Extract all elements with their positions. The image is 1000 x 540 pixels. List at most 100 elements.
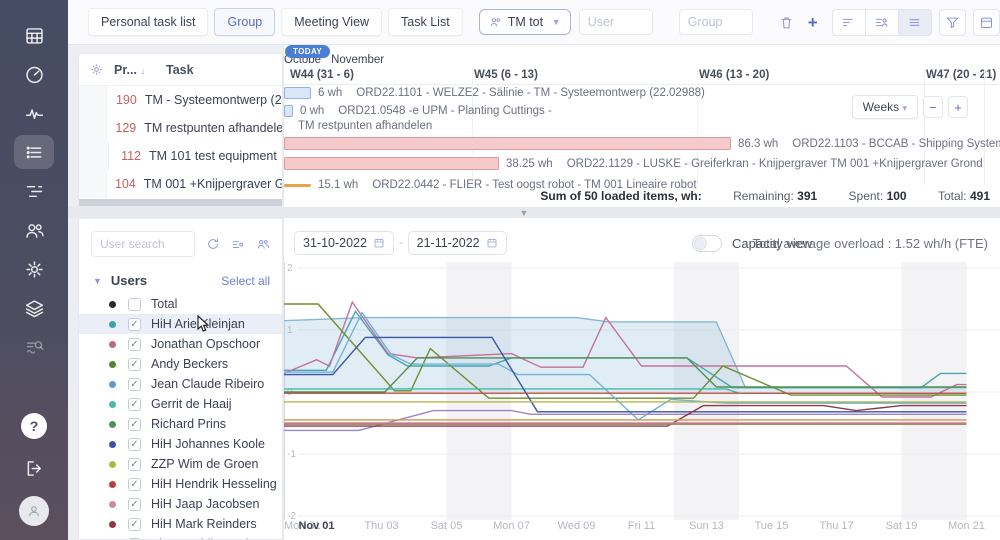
- user-list-item[interactable]: ✓ ZZP Wim de Groen: [79, 454, 282, 474]
- today-badge: TODAY: [285, 45, 330, 58]
- group-filter-input[interactable]: [679, 9, 753, 35]
- user-checkbox[interactable]: ✓: [128, 338, 141, 351]
- user-list-item[interactable]: ✓Andy Beckers: [79, 354, 282, 374]
- task-row[interactable]: 190TM - Systeemontwerp (2...: [79, 86, 282, 114]
- user-checkbox[interactable]: ✓: [128, 518, 141, 531]
- user-list-item[interactable]: ✓Jonathan Opschoor: [79, 334, 282, 354]
- gantt-task-bar[interactable]: [284, 87, 311, 99]
- task-priority: 104: [107, 177, 144, 191]
- user-color-dot: [109, 421, 116, 428]
- user-checkbox[interactable]: ✓: [128, 358, 141, 371]
- task-column-header[interactable]: Task: [166, 63, 194, 77]
- user-list-item[interactable]: ✓HiH Arie Kleinjan: [79, 314, 282, 334]
- trash-icon[interactable]: [779, 15, 794, 30]
- user-color-dot: [109, 401, 116, 408]
- task-list-header: Pr... ↓ Task: [79, 54, 282, 86]
- tab-task-list[interactable]: Task List: [388, 8, 463, 36]
- summary-spent: Spent: 100: [835, 189, 907, 203]
- sort-by-user-icon[interactable]: [865, 9, 899, 36]
- user-avatar[interactable]: [19, 496, 49, 526]
- logout-icon[interactable]: [14, 451, 54, 485]
- group-users-icon[interactable]: [256, 237, 270, 251]
- user-list-item[interactable]: ✓Richard Prins: [79, 414, 282, 434]
- capacity-view-toggle[interactable]: [692, 235, 722, 252]
- user-list-item[interactable]: ✓Viro Matthijs Waringa: [79, 534, 282, 540]
- user-checkbox[interactable]: ✓: [128, 458, 141, 471]
- user-list-item[interactable]: ✓ HiH Mark Reinders: [79, 514, 282, 534]
- task-list-panel: Pr... ↓ Task 190TM - Systeemontwerp (2..…: [78, 53, 283, 207]
- analysis-search-icon[interactable]: [14, 330, 54, 364]
- gantt-grid-line: [984, 69, 985, 185]
- settings-icon[interactable]: [14, 252, 54, 286]
- tab-meeting-view[interactable]: Meeting View: [281, 8, 382, 36]
- chart-x-axis: Mon 31Nov 01Thu 03Sat 05Mon 07Wed 09Fri …: [284, 520, 1000, 538]
- x-axis-label: Fri 11: [628, 520, 655, 532]
- user-name: HiH Mark Reinders: [151, 517, 257, 531]
- user-list-item[interactable]: ✓ HiH Johannes Koole: [79, 434, 282, 454]
- user-checkbox[interactable]: ✓: [128, 318, 141, 331]
- user-list-item[interactable]: ✓Gerrit de Haaij: [79, 394, 282, 414]
- date-from-input[interactable]: 31-10-2022: [294, 231, 394, 255]
- add-button[interactable]: +: [808, 14, 818, 31]
- column-settings-icon[interactable]: [89, 62, 104, 77]
- date-to-input[interactable]: 21-11-2022: [408, 231, 507, 255]
- user-filter-input[interactable]: [579, 9, 653, 35]
- task-row[interactable]: 112TM 101 test equipment: [79, 142, 282, 170]
- gantt-task-bar[interactable]: [284, 137, 731, 150]
- user-list-item[interactable]: ✓HiH Jaap Jacobsen: [79, 494, 282, 514]
- user-list-item[interactable]: ✓Jean Claude Ribeiro: [79, 374, 282, 394]
- time-unit-select[interactable]: Weeks ▾: [852, 95, 918, 119]
- select-all-link[interactable]: Select all: [221, 274, 270, 288]
- main-sidebar: ?: [0, 0, 68, 540]
- tab-group[interactable]: Group: [214, 8, 275, 36]
- user-checkbox[interactable]: ✓: [128, 478, 141, 491]
- user-list-item[interactable]: ✓HiH Hendrik Hesseling: [79, 474, 282, 494]
- activity-icon[interactable]: [14, 96, 54, 130]
- chevron-down-icon[interactable]: ▼: [93, 276, 102, 286]
- user-checkbox[interactable]: [128, 298, 141, 311]
- list-view-icon[interactable]: [898, 9, 932, 36]
- user-color-dot: [109, 501, 116, 508]
- priority-column-header[interactable]: Pr... ↓: [114, 63, 166, 77]
- user-name: ZZP Wim de Groen: [151, 457, 258, 471]
- schedule-icon[interactable]: [14, 18, 54, 52]
- sort-priority-icon[interactable]: [832, 9, 866, 36]
- people-icon[interactable]: [14, 213, 54, 247]
- user-checkbox[interactable]: ✓: [128, 438, 141, 451]
- gantt-task-bar[interactable]: [284, 184, 311, 187]
- users-group-header: ▼ Users Select all: [79, 265, 282, 294]
- calendar-icon[interactable]: [973, 9, 1000, 36]
- dashboard-icon[interactable]: [14, 57, 54, 91]
- gantt-week-label: W46 (13 - 20): [699, 69, 769, 81]
- task-row[interactable]: 129TM restpunten afhandele...: [79, 114, 282, 142]
- user-search-input[interactable]: [91, 231, 195, 257]
- tab-personal-task-list[interactable]: Personal task list: [88, 8, 208, 36]
- zoom-in-button[interactable]: +: [948, 96, 968, 118]
- zoom-out-button[interactable]: −: [923, 96, 943, 118]
- user-checkbox[interactable]: ✓: [128, 398, 141, 411]
- gantt-week-label: W47 (20 - 21): [926, 69, 996, 81]
- pane-splitter[interactable]: ▼: [68, 207, 1000, 218]
- layers-icon[interactable]: [14, 291, 54, 325]
- subtasks-icon[interactable]: [14, 174, 54, 208]
- x-axis-label: Nov 01: [298, 520, 334, 532]
- task-row[interactable]: 104TM 001 +Knijpergraver G...: [79, 170, 282, 198]
- task-list-scrollbar[interactable]: [79, 199, 282, 206]
- user-checkbox[interactable]: ✓: [128, 498, 141, 511]
- sort-users-icon[interactable]: [231, 237, 245, 251]
- x-axis-label: Mon 21: [948, 520, 985, 532]
- date-range-dash: -: [399, 237, 403, 249]
- gantt-task-bar[interactable]: [284, 105, 293, 117]
- user-color-dot: [109, 381, 116, 388]
- gantt-task-bar[interactable]: [284, 157, 499, 170]
- user-name: HiH Johannes Koole: [151, 437, 265, 451]
- refresh-icon[interactable]: [206, 237, 220, 251]
- user-checkbox[interactable]: ✓: [128, 378, 141, 391]
- view-type-select[interactable]: TM tot ▼: [479, 9, 571, 35]
- help-icon[interactable]: ?: [21, 413, 47, 439]
- user-list-item[interactable]: Total: [79, 294, 282, 314]
- user-checkbox[interactable]: ✓: [128, 418, 141, 431]
- task-list-icon[interactable]: [14, 135, 54, 169]
- filter-favorites-icon[interactable]: [939, 9, 966, 36]
- gantt-row: 38.25 whORD22.1129 - LUSKE - Greiferkran…: [284, 157, 983, 170]
